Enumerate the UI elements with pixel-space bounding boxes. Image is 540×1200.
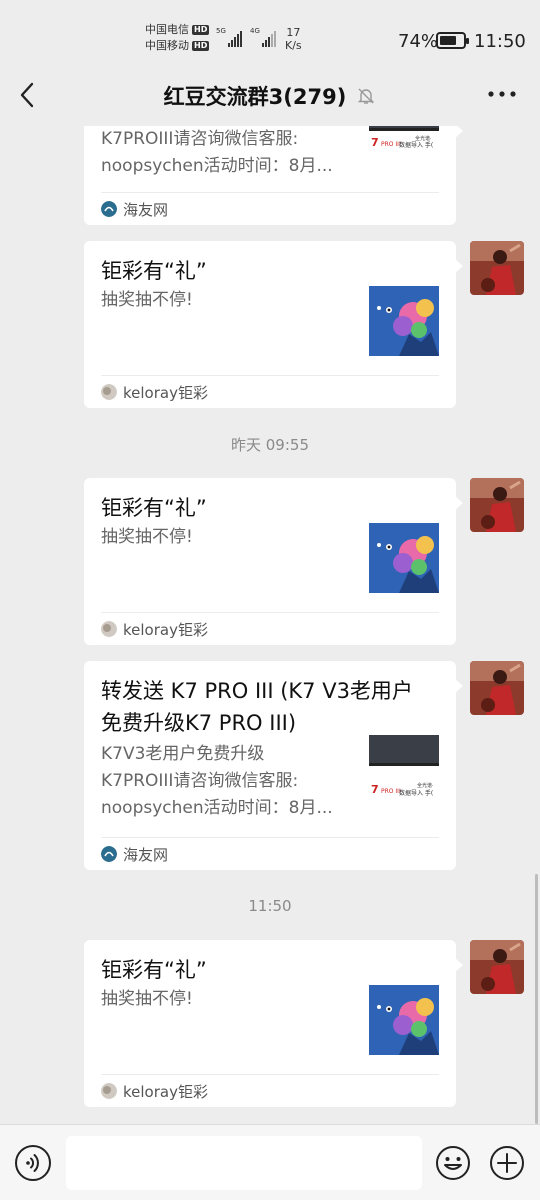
timestamp: 11:50 bbox=[248, 897, 292, 915]
message-list[interactable]: K7PROIII请咨询微信客服: noopsychen活动时间：8月... 7 … bbox=[0, 126, 540, 1124]
hd-badge: HD bbox=[192, 25, 210, 35]
carrier-info: 中国电信 HD 中国移动 HD bbox=[145, 22, 210, 54]
hd-badge: HD bbox=[192, 41, 210, 51]
chat-title-area: 红豆交流群3(279) bbox=[0, 81, 540, 111]
link-card-message[interactable]: 钜彩有“礼” 抽奖抽不停! keloray钜彩 bbox=[84, 241, 463, 408]
link-card-message[interactable]: 钜彩有“礼” 抽奖抽不停! keloray钜彩 bbox=[84, 478, 463, 645]
card-title: 转发送 K7 PRO III (K7 V3老用户 bbox=[101, 679, 413, 703]
carrier-1: 中国电信 bbox=[145, 23, 189, 36]
svg-text:7: 7 bbox=[371, 136, 379, 149]
card-thumbnail bbox=[369, 523, 439, 593]
link-card-message[interactable]: K7PROIII请咨询微信客服: noopsychen活动时间：8月... 7 … bbox=[84, 126, 463, 225]
status-bar: 中国电信 HD 中国移动 HD 5G 4G 17 K/s 74% 11:50 bbox=[0, 0, 540, 62]
card-source: keloray钜彩 bbox=[101, 1074, 439, 1107]
svg-text:PRO III: PRO III bbox=[381, 788, 401, 795]
svg-text:数据导入 手(: 数据导入 手( bbox=[399, 141, 433, 149]
source-name: keloray钜彩 bbox=[123, 1082, 208, 1101]
card-source: 海友网 bbox=[101, 192, 439, 225]
link-card-message[interactable]: 转发送 K7 PRO III (K7 V3老用户 免费升级K7 PRO III)… bbox=[84, 661, 463, 870]
card-source: keloray钜彩 bbox=[101, 375, 439, 408]
keloray-logo-icon bbox=[101, 384, 117, 400]
source-name: keloray钜彩 bbox=[123, 620, 208, 639]
card-description: 抽奖抽不停! bbox=[101, 527, 193, 547]
card-description: 抽奖抽不停! bbox=[101, 989, 193, 1009]
svg-text:数据导入 手(: 数据导入 手( bbox=[399, 789, 433, 797]
card-source: keloray钜彩 bbox=[101, 612, 439, 645]
haiyou-logo-icon bbox=[101, 846, 117, 862]
avatar[interactable] bbox=[470, 241, 524, 295]
keloray-logo-icon bbox=[101, 1083, 117, 1099]
card-title: 钜彩有“礼” bbox=[101, 496, 207, 520]
more-dots-icon bbox=[488, 91, 516, 97]
signal-4g-icon: 4G bbox=[250, 27, 276, 47]
card-thumbnail bbox=[369, 985, 439, 1055]
card-description: K7PROIII请咨询微信客服: bbox=[101, 771, 299, 791]
card-thumbnail: 7 PRO III 全光谱· 数据导入 手( bbox=[369, 735, 439, 805]
haiyou-logo-icon bbox=[101, 201, 117, 217]
plus-circle-icon bbox=[490, 1146, 524, 1180]
avatar[interactable] bbox=[470, 478, 524, 532]
chat-header: 红豆交流群3(279) bbox=[0, 62, 540, 126]
card-description: noopsychen活动时间：8月... bbox=[101, 798, 333, 818]
status-time: 11:50 bbox=[474, 31, 526, 52]
carrier-2: 中国移动 bbox=[145, 39, 189, 52]
source-name: 海友网 bbox=[123, 845, 169, 864]
card-source: 海友网 bbox=[101, 837, 439, 870]
input-bar bbox=[0, 1124, 540, 1200]
network-speed: 17 K/s bbox=[285, 26, 302, 52]
smiley-icon bbox=[436, 1146, 470, 1180]
group-name: 红豆交流群3(279) bbox=[163, 85, 347, 109]
timestamp: 昨天 09:55 bbox=[231, 436, 309, 454]
more-options-button[interactable] bbox=[484, 82, 520, 106]
source-name: 海友网 bbox=[123, 200, 169, 219]
svg-text:PRO III: PRO III bbox=[381, 141, 401, 148]
card-description: K7V3老用户免费升级 bbox=[101, 744, 265, 764]
bell-off-icon bbox=[358, 88, 375, 104]
battery-icon bbox=[436, 32, 469, 49]
keloray-logo-icon bbox=[101, 621, 117, 637]
svg-text:7: 7 bbox=[371, 783, 379, 796]
card-thumbnail bbox=[369, 286, 439, 356]
voice-icon bbox=[26, 1154, 39, 1172]
avatar[interactable] bbox=[470, 940, 524, 994]
card-description: K7PROIII请咨询微信客服: bbox=[101, 129, 299, 149]
avatar[interactable] bbox=[470, 661, 524, 715]
emoji-button[interactable] bbox=[435, 1145, 471, 1181]
source-name: keloray钜彩 bbox=[123, 383, 208, 402]
scrollbar[interactable] bbox=[535, 874, 538, 1124]
card-description: 抽奖抽不停! bbox=[101, 290, 193, 310]
svg-text:全光谱·: 全光谱· bbox=[415, 135, 432, 142]
card-title: 钜彩有“礼” bbox=[101, 958, 207, 982]
message-input[interactable] bbox=[66, 1136, 422, 1190]
signal-5g-icon: 5G bbox=[216, 27, 242, 47]
card-thumbnail: 7 PRO III 全光谱· 数据导入 手( bbox=[369, 126, 439, 174]
link-card-message[interactable]: 钜彩有“礼” 抽奖抽不停! keloray钜彩 bbox=[84, 940, 463, 1107]
more-functions-button[interactable] bbox=[489, 1145, 525, 1181]
svg-text:全光谱·: 全光谱· bbox=[417, 782, 434, 789]
card-title: 钜彩有“礼” bbox=[101, 259, 207, 283]
voice-button[interactable] bbox=[15, 1145, 51, 1181]
battery-percent: 74% bbox=[398, 31, 439, 52]
card-description: noopsychen活动时间：8月... bbox=[101, 156, 333, 176]
